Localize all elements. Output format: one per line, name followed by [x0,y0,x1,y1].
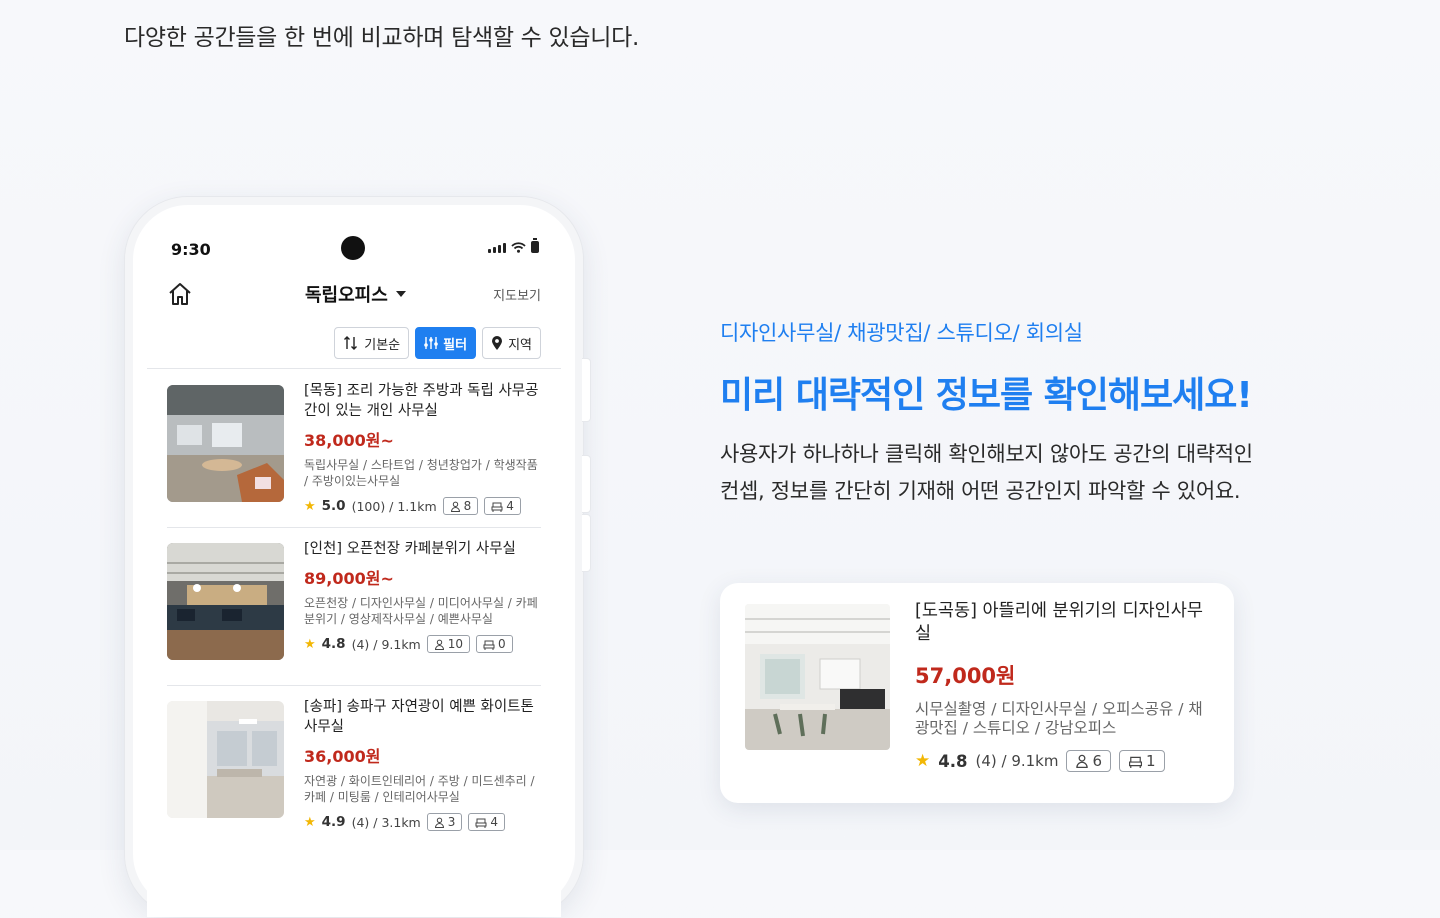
feature-categories: 디자인사무실/ 채광맛집/ 스튜디오/ 회의실 [720,321,1083,345]
map-view-link[interactable]: 지도보기 [493,285,541,304]
card-photo [745,604,890,750]
capacity-badge: 8 [442,497,479,515]
person-icon [450,501,460,512]
filter-icon [424,337,438,349]
listing-photo [167,701,284,818]
intro-text: 다양한 공간들을 한 번에 비교하며 탐색할 수 있습니다. [124,25,640,51]
listing-tags: 자연광 / 화이트인테리어 / 주방 / 미드센추리 / 카페 / 미팅룸 / … [304,774,535,804]
signal-icon [488,243,506,253]
listing-card-example[interactable]: [도곡동] 아뜰리에 분위기의 디자인사무실 57,000원 시무실촬영 / 디… [720,583,1234,803]
listing-photo [167,543,284,660]
region-chip-label: 지역 [508,337,532,353]
seat-icon [483,640,495,650]
caret-down-icon [395,291,406,297]
sort-chip-label: 기본순 [364,337,401,353]
app-title-dropdown[interactable]: 독립오피스 [305,281,406,307]
listing-meta: (100) / 1.1km [351,498,437,514]
star-icon: ★ [304,498,316,514]
home-icon[interactable] [167,281,193,307]
seat-icon [491,502,503,512]
card-tags: 시무실촬영 / 디자인사무실 / 오피스공유 / 채광맛집 / 스튜디오 / 강… [915,700,1203,737]
camera-notch [341,236,365,260]
phone-side-button [582,514,591,572]
listing-price: 38,000원~ [304,431,394,450]
listing-price: 89,000원~ [304,569,394,588]
app-title: 독립오피스 [305,285,388,306]
filter-chip-label: 필터 [443,337,468,353]
phone-mockup: 9:30 독립오피스 지도보기 기본순 필터 지역 [목동] 조리 가능한 주방… [124,196,584,918]
phone-side-button [582,455,591,513]
star-icon: ★ [915,751,931,771]
region-chip[interactable]: 지역 [482,327,541,359]
person-icon [434,817,444,828]
filter-bar: 기본순 필터 지역 [334,327,541,359]
phone-side-button [582,358,591,422]
capacity-badge: 6 [1066,750,1112,772]
listing-rating: 4.8 [321,636,346,652]
listing-title: [송파] 송파구 자연광이 예쁜 화이트톤 사무실 [304,699,534,735]
person-icon [434,639,444,650]
star-icon: ★ [304,636,316,652]
seat-icon [475,818,487,828]
location-pin-icon [492,336,503,350]
seat-badge: 4 [484,497,521,515]
listing-meta: (4) / 9.1km [351,636,421,652]
card-rating: 4.8 [938,751,968,771]
listing-item[interactable]: [목동] 조리 가능한 주방과 독립 사무공간이 있는 개인 사무실 38,00… [167,369,541,528]
person-icon [1076,754,1089,768]
listing-tags: 독립사무실 / 스타트업 / 청년창업가 / 학생작품 / 주방이있는사무실 [304,458,538,488]
capacity-badge: 3 [426,813,463,831]
feature-description: 사용자가 하나하나 클릭해 확인해보지 않아도 공간의 대략적인 컨셉, 정보를… [720,436,1253,510]
seat-icon [1129,756,1143,768]
card-price: 57,000원 [915,664,1016,688]
listing-item[interactable]: [인천] 오픈천장 카페분위기 사무실 89,000원~ 오픈천장 / 디자인사… [167,527,541,686]
feature-headline: 미리 대략적인 정보를 확인해보세요! [720,375,1253,416]
listing-photo [167,385,284,502]
listing-tags: 오픈천장 / 디자인사무실 / 미디어사무실 / 카페분위기 / 영상제작사무실… [304,596,538,626]
sort-chip[interactable]: 기본순 [334,327,410,359]
listing-rating: 4.9 [321,814,346,830]
seat-badge: 1 [1119,750,1165,772]
battery-icon [531,238,539,253]
status-time: 9:30 [171,240,211,259]
listing-meta: (4) / 3.1km [351,814,421,830]
wifi-icon [511,242,526,253]
listing-title: [인천] 오픈천장 카페분위기 사무실 [304,541,516,557]
card-meta: (4) / 9.1km [975,752,1059,770]
star-icon: ★ [304,814,316,830]
listing-item[interactable]: [송파] 송파구 자연광이 예쁜 화이트톤 사무실 36,000원 자연광 / … [167,685,541,843]
status-icons [488,238,539,253]
listing-rating: 5.0 [321,498,346,514]
listing-title: [목동] 조리 가능한 주방과 독립 사무공간이 있는 개인 사무실 [304,383,539,419]
listing-price: 36,000원 [304,747,381,766]
seat-badge: 4 [468,813,506,831]
feature-description-line: 컨셉, 정보를 간단히 기재해 어떤 공간인지 파악할 수 있어요. [720,479,1241,503]
card-title: [도곡동] 아뜰리에 분위기의 디자인사무실 [915,601,1203,644]
feature-description-line: 사용자가 하나하나 클릭해 확인해보지 않아도 공간의 대략적인 [720,442,1253,466]
capacity-badge: 10 [426,635,471,653]
sort-icon [344,336,358,350]
filter-chip[interactable]: 필터 [415,327,477,359]
seat-badge: 0 [476,635,513,653]
phone-screen: 9:30 독립오피스 지도보기 기본순 필터 지역 [목동] 조리 가능한 주방… [147,219,561,917]
